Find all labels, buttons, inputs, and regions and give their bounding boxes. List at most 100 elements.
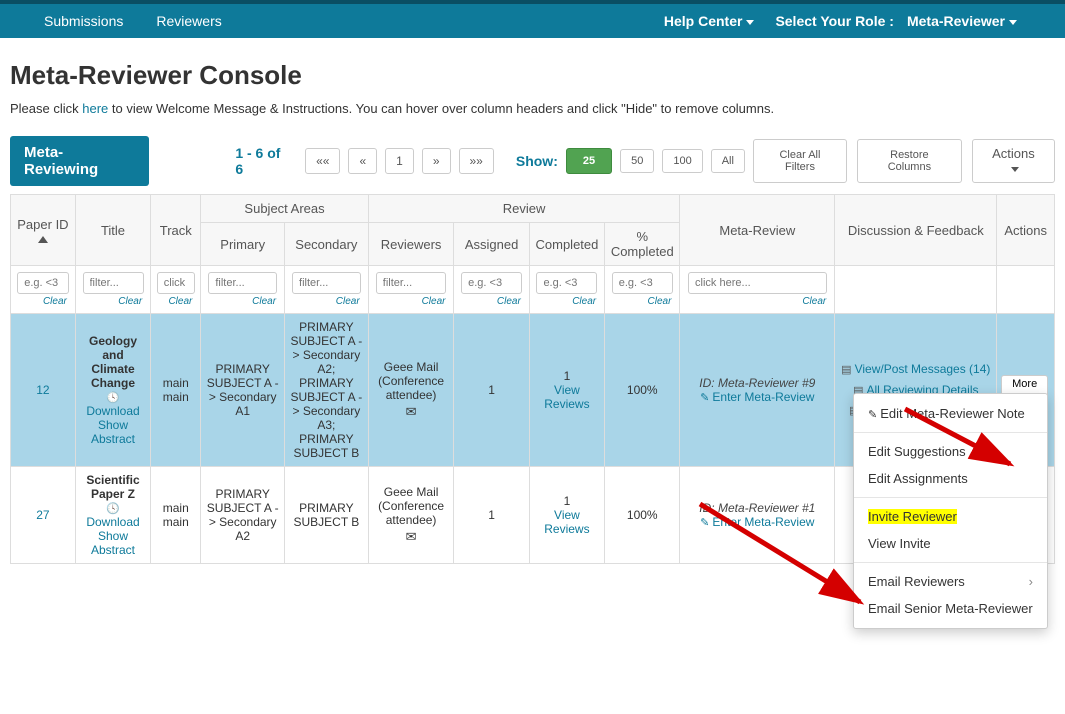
pct-completed: 100% bbox=[605, 467, 680, 564]
instructions-link[interactable]: here bbox=[82, 101, 108, 116]
filter-reviewers[interactable] bbox=[376, 272, 447, 294]
menu-email-senior[interactable]: Email Senior Meta-Reviewer bbox=[854, 595, 1047, 622]
more-actions-menu: Edit Meta-Reviewer Note Edit Suggestions… bbox=[853, 393, 1048, 629]
restore-columns-button[interactable]: Restore Columns bbox=[857, 139, 962, 183]
actions-dropdown[interactable]: Actions bbox=[972, 139, 1055, 183]
clear-secondary[interactable]: Clear bbox=[289, 296, 364, 307]
assigned-count: 1 bbox=[454, 467, 529, 564]
chevron-right-icon bbox=[1029, 574, 1033, 589]
nav-submissions[interactable]: Submissions bbox=[30, 7, 137, 35]
clear-primary[interactable]: Clear bbox=[205, 296, 280, 307]
clear-pct[interactable]: Clear bbox=[609, 296, 675, 307]
col-group-review: Review bbox=[368, 195, 680, 223]
col-primary[interactable]: Primary bbox=[201, 223, 285, 266]
meta-reviewer-id: ID: Meta-Reviewer #1 bbox=[699, 501, 815, 515]
menu-email-reviewers[interactable]: Email Reviewers bbox=[854, 568, 1047, 595]
clock-icon bbox=[106, 501, 120, 515]
top-nav: Submissions Reviewers Help Center Select… bbox=[0, 0, 1065, 38]
clear-completed[interactable]: Clear bbox=[534, 296, 600, 307]
paper-title: Geology and Climate Change bbox=[89, 334, 137, 390]
menu-edit-note[interactable]: Edit Meta-Reviewer Note bbox=[854, 400, 1047, 427]
view-reviews-link[interactable]: View Reviews bbox=[544, 383, 589, 411]
select-role-label: Select Your Role : bbox=[775, 13, 894, 29]
clear-all-filters-button[interactable]: Clear All Filters bbox=[753, 139, 847, 183]
sort-asc-icon bbox=[15, 236, 71, 243]
col-reviewers[interactable]: Reviewers bbox=[368, 223, 454, 266]
show-abstract-link[interactable]: Show Abstract bbox=[91, 418, 135, 446]
clear-reviewers[interactable]: Clear bbox=[373, 296, 450, 307]
col-meta-review[interactable]: Meta-Review bbox=[680, 195, 835, 266]
view-reviews-link[interactable]: View Reviews bbox=[544, 508, 589, 536]
pct-completed: 100% bbox=[605, 314, 680, 467]
pager-next[interactable]: » bbox=[422, 148, 451, 174]
col-discussion[interactable]: Discussion & Feedback bbox=[835, 195, 997, 266]
filter-paper-id[interactable] bbox=[17, 272, 68, 294]
clear-title[interactable]: Clear bbox=[80, 296, 146, 307]
col-secondary[interactable]: Secondary bbox=[285, 223, 369, 266]
show-label: Show: bbox=[516, 153, 558, 169]
nav-reviewers[interactable]: Reviewers bbox=[142, 7, 235, 35]
reviewer-name: Geee Mail (Conference attendee) bbox=[378, 360, 444, 402]
paper-title: Scientific Paper Z bbox=[86, 473, 139, 501]
clear-meta[interactable]: Clear bbox=[684, 296, 830, 307]
toolbar: Meta-Reviewing 1 - 6 of 6 «« « 1 » »» Sh… bbox=[10, 136, 1055, 186]
filter-title[interactable] bbox=[83, 272, 144, 294]
clear-assigned[interactable]: Clear bbox=[458, 296, 524, 307]
table-row: 12 Geology and Climate Change Download S… bbox=[11, 314, 1055, 467]
secondary-subject: PRIMARY SUBJECT A -> Secondary A2; PRIMA… bbox=[285, 314, 369, 467]
download-link[interactable]: Download bbox=[86, 515, 139, 529]
mail-icon[interactable] bbox=[373, 529, 450, 545]
enter-meta-review-link[interactable]: Enter Meta-Review bbox=[700, 390, 814, 404]
nav-help-center[interactable]: Help Center bbox=[656, 9, 763, 33]
track-cell: main main bbox=[151, 314, 201, 467]
view-post-messages-link[interactable]: View/Post Messages (14) bbox=[841, 362, 990, 376]
download-link[interactable]: Download bbox=[86, 404, 139, 418]
col-track[interactable]: Track bbox=[151, 195, 201, 266]
filter-assigned[interactable] bbox=[461, 272, 522, 294]
pager-prev[interactable]: « bbox=[348, 148, 377, 174]
filter-meta[interactable] bbox=[688, 272, 827, 294]
clear-paper-id[interactable]: Clear bbox=[15, 296, 71, 307]
col-pct-completed[interactable]: % Completed bbox=[605, 223, 680, 266]
menu-view-invite[interactable]: View Invite bbox=[854, 530, 1047, 557]
col-completed[interactable]: Completed bbox=[529, 223, 604, 266]
primary-subject: PRIMARY SUBJECT A -> Secondary A1 bbox=[201, 314, 285, 467]
primary-subject: PRIMARY SUBJECT A -> Secondary A2 bbox=[201, 467, 285, 564]
page-range: 1 - 6 of 6 bbox=[235, 145, 291, 177]
col-title[interactable]: Title bbox=[75, 195, 150, 266]
pager-first[interactable]: «« bbox=[305, 148, 340, 174]
menu-invite-reviewer[interactable]: Invite Reviewer bbox=[854, 503, 1047, 530]
enter-meta-review-link[interactable]: Enter Meta-Review bbox=[700, 515, 814, 529]
page-size-all[interactable]: All bbox=[711, 149, 745, 173]
paper-id-link[interactable]: 27 bbox=[36, 508, 49, 522]
reviewer-name: Geee Mail (Conference attendee) bbox=[378, 485, 444, 527]
tab-meta-reviewing[interactable]: Meta-Reviewing bbox=[10, 136, 149, 186]
filter-primary[interactable] bbox=[208, 272, 277, 294]
mail-icon[interactable] bbox=[373, 404, 450, 420]
clear-track[interactable]: Clear bbox=[155, 296, 196, 307]
col-group-subject: Subject Areas bbox=[201, 195, 368, 223]
instructions-text: Please click here to view Welcome Messag… bbox=[10, 101, 1055, 116]
show-abstract-link[interactable]: Show Abstract bbox=[91, 529, 135, 557]
pager-page-1[interactable]: 1 bbox=[385, 148, 414, 174]
filter-pct[interactable] bbox=[612, 272, 673, 294]
page-size-50[interactable]: 50 bbox=[620, 149, 654, 173]
col-paper-id[interactable]: Paper ID bbox=[11, 195, 76, 266]
role-dropdown[interactable]: Meta-Reviewer bbox=[899, 9, 1025, 33]
completed-count: 1 bbox=[564, 494, 571, 508]
secondary-subject: PRIMARY SUBJECT B bbox=[285, 467, 369, 564]
filter-completed[interactable] bbox=[536, 272, 597, 294]
col-actions: Actions bbox=[997, 195, 1055, 266]
completed-count: 1 bbox=[564, 369, 571, 383]
pager-last[interactable]: »» bbox=[459, 148, 494, 174]
paper-id-link[interactable]: 12 bbox=[36, 383, 49, 397]
col-assigned[interactable]: Assigned bbox=[454, 223, 529, 266]
page-size-25[interactable]: 25 bbox=[566, 148, 612, 174]
filter-track[interactable] bbox=[157, 272, 195, 294]
track-cell: main main bbox=[151, 467, 201, 564]
menu-edit-assignments[interactable]: Edit Assignments bbox=[854, 465, 1047, 492]
page-size-100[interactable]: 100 bbox=[662, 149, 702, 173]
page-title: Meta-Reviewer Console bbox=[10, 60, 1055, 91]
filter-secondary[interactable] bbox=[292, 272, 361, 294]
menu-edit-suggestions[interactable]: Edit Suggestions bbox=[854, 438, 1047, 465]
